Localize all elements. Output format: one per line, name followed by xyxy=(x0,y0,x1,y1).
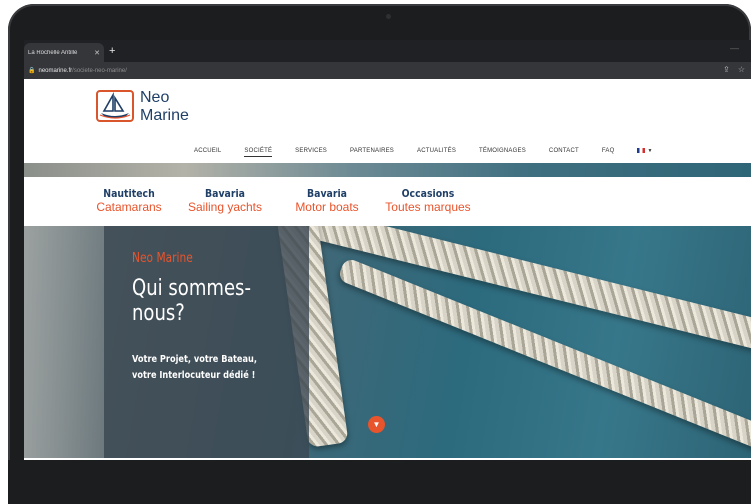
bookmark-star-icon[interactable]: ☆ xyxy=(738,65,745,74)
logo-line-2: Marine xyxy=(140,107,189,124)
hero-kicker: Neo Marine xyxy=(132,251,193,266)
category-bavaria-motor[interactable]: Bavaria Motor boats xyxy=(289,187,365,214)
boat-categories: Nautitech Catamarans Bavaria Sailing yac… xyxy=(24,177,751,226)
category-subtitle: Sailing yachts xyxy=(187,200,263,214)
category-brand: Occasions xyxy=(401,187,455,200)
nav-item-partenaires[interactable]: PARTENAIRES xyxy=(350,148,394,154)
hero-image-left xyxy=(24,226,104,458)
browser-tab-bar: La Rochelle Antille ✕ + — xyxy=(24,40,751,62)
category-subtitle: Motor boats xyxy=(295,200,359,214)
lock-icon[interactable]: 🔒 xyxy=(28,67,35,74)
category-brand: Bavaria xyxy=(205,187,245,200)
nav-item-actualites[interactable]: ACTUALITÉS xyxy=(417,148,456,154)
language-selector[interactable]: ▼ xyxy=(637,148,652,154)
nav-item-services[interactable]: SERVICES xyxy=(295,148,327,154)
share-icon[interactable]: ⇪ xyxy=(723,65,730,74)
hero-banner: Neo Marine Qui sommes-nous? Votre Projet… xyxy=(24,226,751,458)
new-tab-icon[interactable]: + xyxy=(109,44,115,58)
french-flag-icon xyxy=(637,148,646,153)
nav-item-temoignages[interactable]: TÉMOIGNAGES xyxy=(479,148,526,154)
url-host: neomarine.fr xyxy=(38,67,73,74)
logo-line-1: Neo xyxy=(140,89,170,106)
category-brand: Nautitech xyxy=(103,187,155,200)
category-subtitle: Catamarans xyxy=(96,200,162,214)
tab-close-icon[interactable]: ✕ xyxy=(94,49,100,57)
nav-item-faq[interactable]: FAQ xyxy=(602,148,615,154)
nav-item-contact[interactable]: CONTACT xyxy=(549,148,579,154)
tab-title: La Rochelle Antille xyxy=(28,49,78,56)
site-header: Neo Marine ACCUEIL SOCIÉTÉ SERVICES PART… xyxy=(24,79,751,163)
nav-item-accueil[interactable]: ACCUEIL xyxy=(194,148,221,154)
url-path: /societe-neo-marine/ xyxy=(72,67,127,74)
screen: La Rochelle Antille ✕ + — 🔒 neomarine.fr… xyxy=(24,40,751,500)
category-bavaria-sailing[interactable]: Bavaria Sailing yachts xyxy=(179,187,271,214)
category-occasions[interactable]: Occasions Toutes marques xyxy=(377,187,479,214)
category-nautitech[interactable]: Nautitech Catamarans xyxy=(89,187,169,214)
browser-tab[interactable]: La Rochelle Antille ✕ xyxy=(24,43,104,62)
address-bar[interactable]: 🔒 neomarine.fr /societe-neo-marine/ ⇪ ☆ xyxy=(24,62,751,79)
window-minimize-icon[interactable]: — xyxy=(730,43,739,53)
hero-subtitle: Votre Projet, votre Bateau, votre Interl… xyxy=(132,354,257,381)
page-title: Qui sommes-nous? xyxy=(132,276,251,326)
laptop-bottom-bezel xyxy=(8,460,751,504)
category-subtitle: Toutes marques xyxy=(385,200,471,214)
header-image-strip xyxy=(24,163,751,177)
chevron-down-icon: ▼ xyxy=(647,148,653,155)
nav-item-societe[interactable]: SOCIÉTÉ xyxy=(244,148,272,158)
scroll-down-icon[interactable]: ▼ xyxy=(368,416,385,433)
sailboat-logo-icon[interactable] xyxy=(96,90,134,122)
main-nav: ACCUEIL SOCIÉTÉ SERVICES PARTENAIRES ACT… xyxy=(194,148,653,158)
logo-wordmark[interactable]: Neo Marine xyxy=(140,89,189,125)
hero-card: Neo Marine Qui sommes-nous? Votre Projet… xyxy=(104,226,309,458)
category-brand: Bavaria xyxy=(307,187,347,200)
webcam xyxy=(386,14,391,19)
